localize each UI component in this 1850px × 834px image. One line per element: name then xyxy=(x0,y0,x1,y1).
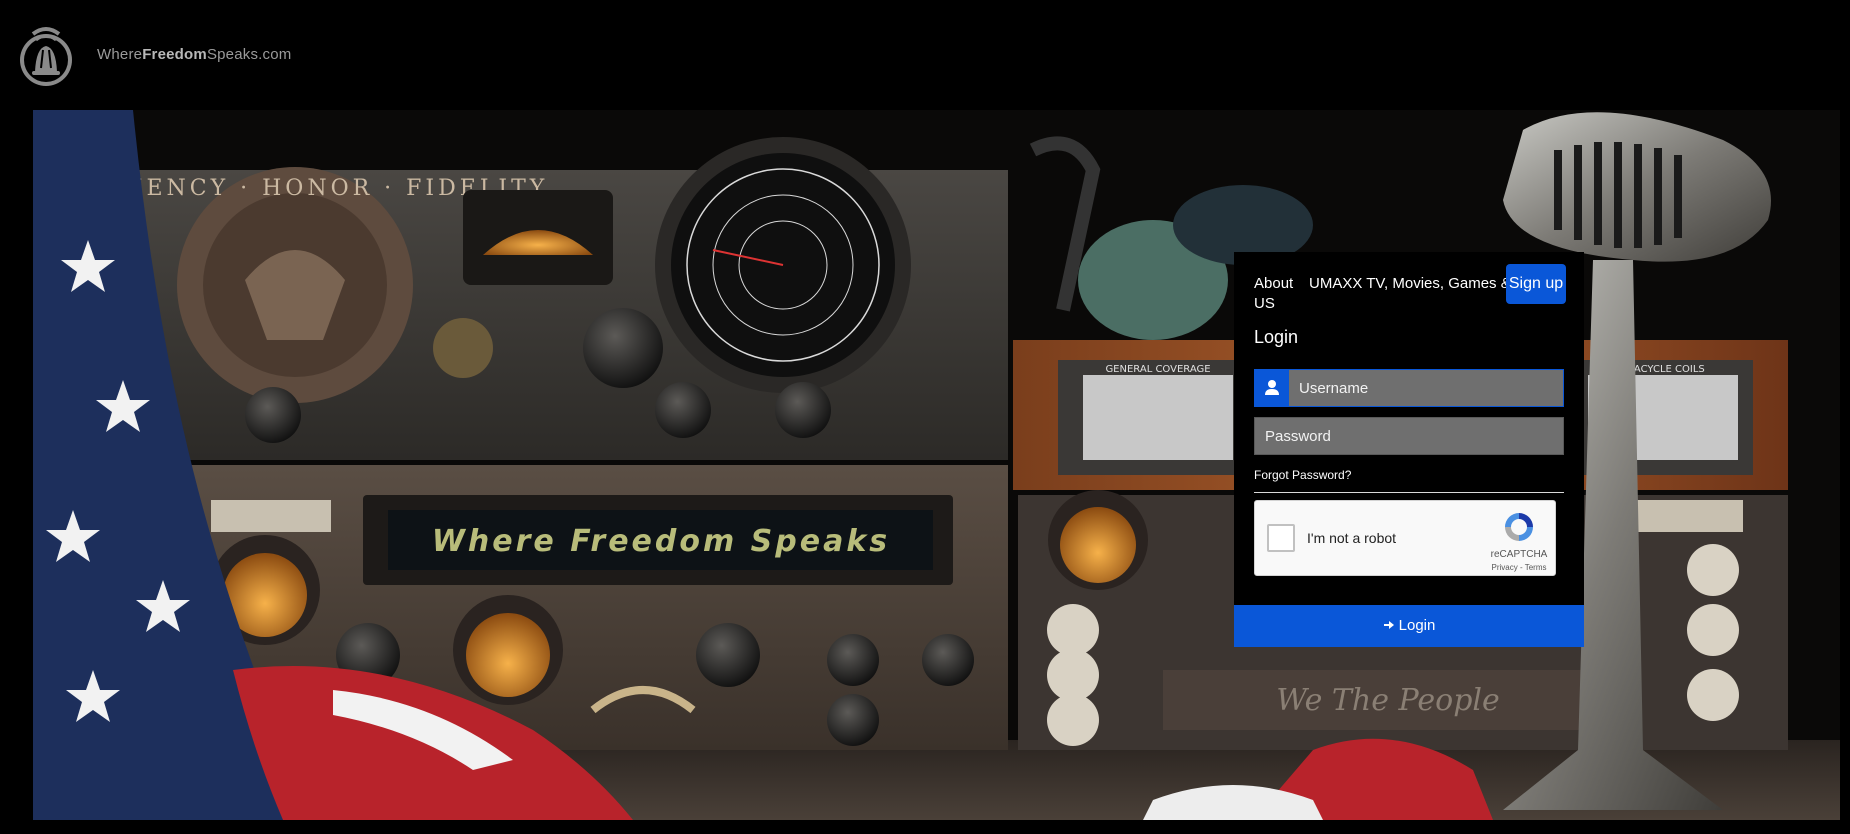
liberty-bell-logo-icon[interactable] xyxy=(18,26,74,88)
sign-in-icon xyxy=(1383,605,1395,647)
card-nav: About US UMAXX TV, Movies, Games & Sign … xyxy=(1254,264,1574,314)
login-submit-label: Login xyxy=(1398,617,1436,634)
login-submit-button[interactable]: Login xyxy=(1234,605,1584,647)
recaptcha-brand-name: reCAPTCHA xyxy=(1490,549,1548,560)
nav-umaxx-link[interactable]: UMAXX TV, Movies, Games & xyxy=(1309,274,1511,294)
recaptcha-checkbox[interactable] xyxy=(1267,524,1295,552)
password-field[interactable] xyxy=(1254,417,1564,455)
recaptcha-widget: I'm not a robot reCAPTCHA Privacy - Term… xyxy=(1254,500,1556,576)
sign-up-button[interactable]: Sign up xyxy=(1506,264,1566,304)
username-field[interactable] xyxy=(1254,369,1564,407)
forgot-password-link[interactable]: Forgot Password? xyxy=(1254,468,1351,482)
recaptcha-label: I'm not a robot xyxy=(1307,530,1397,546)
divider xyxy=(1254,492,1564,493)
username-input[interactable] xyxy=(1299,370,1561,406)
site-header: WhereFreedomSpeaks.com xyxy=(0,0,1850,110)
site-name[interactable]: WhereFreedomSpeaks.com xyxy=(97,46,291,63)
user-icon xyxy=(1255,370,1289,406)
password-input[interactable] xyxy=(1265,418,1561,454)
nav-about-us-link[interactable]: About US xyxy=(1254,274,1300,314)
login-card: About US UMAXX TV, Movies, Games & Sign … xyxy=(1234,252,1584,647)
radio-dial-text: Where Freedom Speaks xyxy=(432,524,890,559)
recaptcha-privacy-terms-link[interactable]: Privacy - Terms xyxy=(1487,563,1551,572)
panel-label-coverage: GENERAL COVERAGE xyxy=(1105,364,1210,375)
login-title: Login xyxy=(1254,327,1299,347)
we-the-people-plaque: We The People xyxy=(1276,683,1500,718)
recaptcha-brand: reCAPTCHA Privacy - Terms xyxy=(1487,509,1551,573)
